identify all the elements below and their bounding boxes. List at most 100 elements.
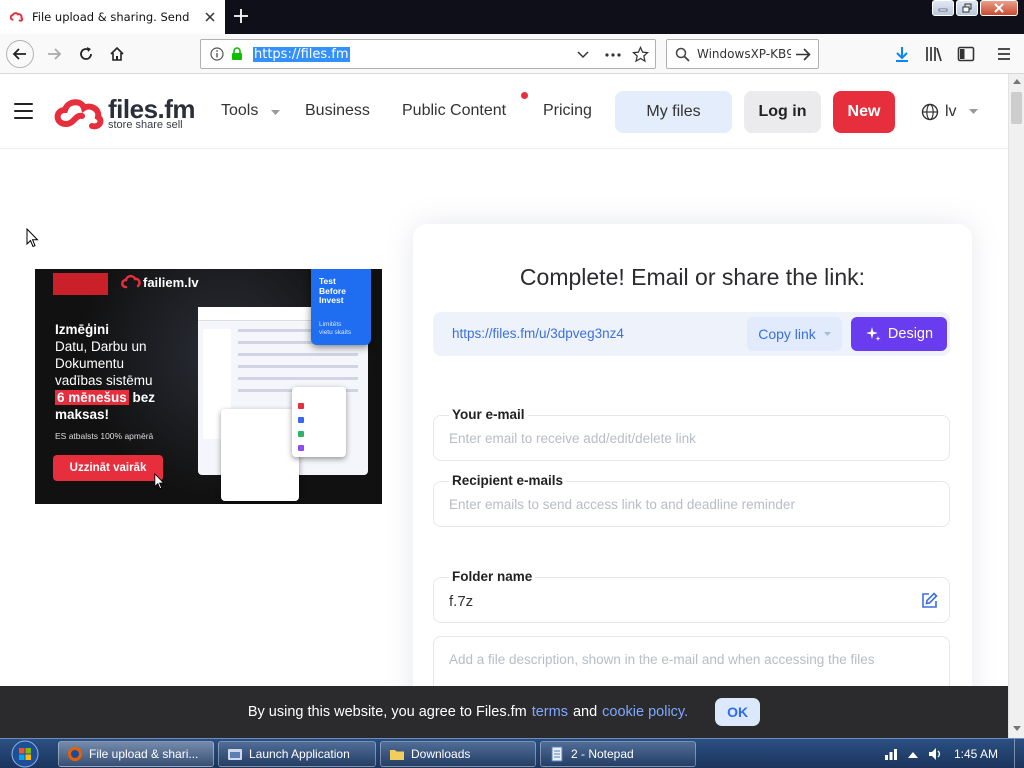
language-label: lv	[945, 103, 957, 120]
recipient-emails-placeholder: Enter emails to send access link to and …	[449, 497, 795, 512]
menu-business[interactable]: Business	[305, 102, 370, 120]
browser-tab-strip: File upload & sharing. Send large files	[0, 0, 1024, 34]
recipient-emails-label: Recipient e-mails	[449, 473, 567, 488]
minimize-window-button[interactable]	[932, 0, 954, 16]
new-button[interactable]: New	[833, 91, 895, 133]
login-button[interactable]: Log in	[744, 91, 821, 133]
search-text: WindowsXP-KB9	[697, 47, 791, 61]
share-link-text[interactable]: https://files.fm/u/3dpveg3nz4	[452, 326, 624, 341]
design-button[interactable]: Design	[851, 317, 947, 351]
menu-icon[interactable]	[996, 45, 1012, 63]
your-email-label: Your e-mail	[449, 407, 528, 422]
cookie-and: and	[572, 704, 598, 720]
windows-logo-icon	[11, 740, 39, 768]
badge-line-3: Invest	[319, 295, 344, 305]
ad-headline-6: maksas!	[55, 407, 110, 422]
taskbar-item-launch-application[interactable]: Launch Application	[218, 741, 376, 767]
windows-taskbar: File upload & shari... Launch Applicatio…	[0, 738, 1024, 768]
share-link-row: https://files.fm/u/3dpveg3nz4 Copy link …	[433, 312, 950, 356]
chevron-down-icon	[968, 109, 978, 114]
files-fm-logo[interactable]: files.fm store share sell	[52, 94, 202, 134]
description-placeholder: Add a file description, shown in the e-m…	[449, 652, 875, 667]
close-window-button[interactable]	[980, 0, 1018, 16]
browser-nav-bar: https://files.fm WindowsXP-KB9	[0, 34, 1024, 74]
failiem-advertisement[interactable]: failiem.lv Test Before Invest Limitēts v…	[35, 269, 382, 504]
chevron-down-icon[interactable]	[577, 50, 589, 60]
scrollbar-thumb[interactable]	[1011, 92, 1022, 124]
home-button[interactable]	[103, 40, 131, 68]
terms-link[interactable]: terms	[532, 704, 568, 720]
url-bar[interactable]: https://files.fm	[200, 39, 656, 69]
reload-button[interactable]	[72, 40, 100, 68]
design-label: Design	[887, 326, 934, 342]
taskbar-item-notepad[interactable]: 2 - Notepad	[540, 741, 696, 767]
notification-dot	[521, 92, 528, 99]
taskbar-item-downloads[interactable]: Downloads	[380, 741, 536, 767]
scroll-down-arrow-icon[interactable]	[1013, 726, 1021, 732]
my-files-button[interactable]: My files	[615, 91, 732, 133]
info-icon[interactable]	[210, 47, 224, 61]
menu-tools[interactable]: Tools	[221, 102, 258, 120]
browser-tab[interactable]: File upload & sharing. Send large files	[0, 0, 225, 34]
test-before-invest-badge: Test Before Invest Limitēts vietu skaits	[311, 269, 371, 345]
url-text[interactable]: https://files.fm	[253, 47, 350, 62]
ad-support-text: ES atbalsts 100% apmērā	[55, 431, 154, 441]
restore-icon	[962, 3, 972, 13]
forward-button[interactable]	[40, 40, 68, 68]
chevron-down-icon	[823, 331, 831, 336]
reload-icon	[80, 47, 92, 60]
edit-icon[interactable]	[921, 592, 938, 609]
cookie-ok-button[interactable]: OK	[715, 698, 761, 726]
close-icon	[994, 3, 1004, 13]
sparkle-icon	[865, 327, 881, 341]
ad-headline-2: Datu, Darbu un	[55, 339, 147, 354]
cookie-policy-link[interactable]: cookie policy.	[602, 704, 688, 720]
search-bar[interactable]: WindowsXP-KB9	[666, 39, 819, 69]
taskbar-item-label: File upload & shari...	[89, 747, 199, 761]
cookie-text: By using this website, you agree to File…	[247, 704, 527, 720]
copy-link-button[interactable]: Copy link	[747, 317, 842, 351]
badge-sub-1: Limitēts	[319, 321, 342, 328]
show-hidden-icons-icon[interactable]	[907, 751, 918, 758]
ad-headline-bez: bez	[128, 390, 156, 405]
chevron-down-icon[interactable]	[271, 110, 280, 116]
home-icon	[110, 46, 124, 61]
menu-public-content[interactable]: Public Content	[402, 102, 506, 120]
back-button[interactable]	[6, 40, 34, 68]
ad-brand: failiem.lv	[143, 275, 199, 290]
network-icon[interactable]	[884, 748, 898, 760]
bookmark-star-icon[interactable]	[632, 46, 649, 63]
close-tab-icon[interactable]	[203, 10, 217, 24]
library-icon[interactable]	[925, 45, 943, 63]
taskbar-item-firefox[interactable]: File upload & shari...	[58, 741, 214, 767]
downloads-icon[interactable]	[893, 45, 911, 63]
new-tab-icon[interactable]	[232, 7, 250, 25]
ad-cta-button[interactable]: Uzzināt vairāk	[53, 455, 163, 481]
mouse-cursor-icon	[154, 473, 165, 490]
taskbar-item-label: Downloads	[411, 747, 471, 761]
clock-time[interactable]: 1:45 AM	[954, 747, 998, 761]
ad-headline-highlight: 6 mēnešus	[55, 390, 129, 405]
description-field[interactable]: Add a file description, shown in the e-m…	[433, 636, 950, 686]
sidebar-toggle-icon[interactable]	[957, 45, 975, 63]
ad-checklist-card	[292, 387, 346, 457]
scroll-up-arrow-icon[interactable]	[1013, 78, 1021, 84]
menu-pricing[interactable]: Pricing	[543, 102, 592, 120]
copy-link-label: Copy link	[758, 326, 816, 342]
cookie-consent-bar: By using this website, you agree to File…	[0, 686, 1008, 738]
start-button[interactable]	[8, 740, 42, 768]
language-selector[interactable]: lv	[921, 103, 978, 121]
ad-headline-3: Dokumentu	[55, 356, 125, 371]
restore-window-button[interactable]	[956, 0, 978, 16]
volume-icon[interactable]	[928, 747, 942, 761]
show-desktop-button[interactable]	[1014, 739, 1024, 768]
more-actions-icon[interactable]	[604, 52, 622, 58]
firefox-icon	[68, 747, 82, 761]
eu-fund-badge	[53, 273, 108, 295]
lock-icon[interactable]	[230, 47, 244, 61]
page-scrollbar[interactable]	[1008, 74, 1024, 738]
hamburger-menu-icon[interactable]	[14, 103, 33, 119]
taskbar-item-label: Launch Application	[249, 747, 350, 761]
back-arrow-icon	[12, 48, 26, 60]
search-go-arrow-icon[interactable]	[795, 47, 811, 62]
